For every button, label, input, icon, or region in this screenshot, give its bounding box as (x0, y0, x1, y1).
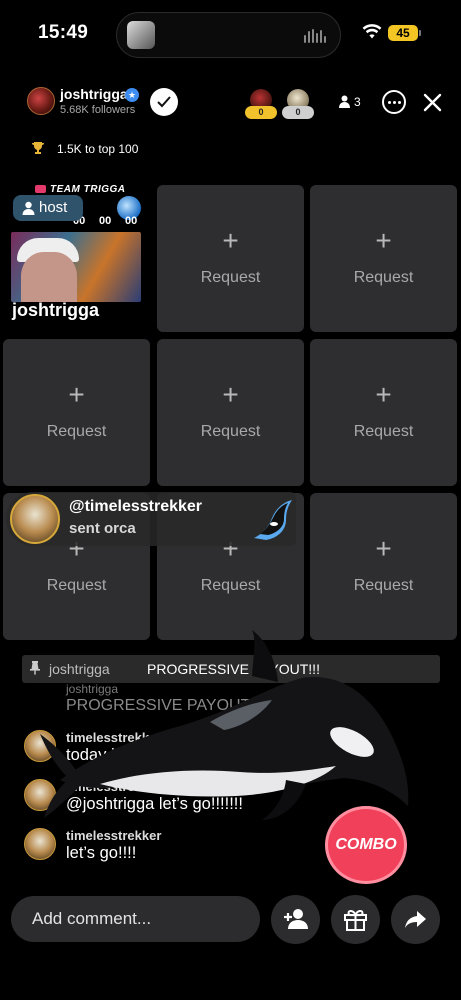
plus-icon: + (375, 225, 392, 256)
plus-icon: + (222, 379, 239, 410)
faded-comment-text: PROGRESSIVE PAYOUT!!! (66, 697, 264, 714)
comment-text: @joshtrigga let’s go!!!!!!! (66, 795, 243, 813)
faded-comment-user: joshtrigga (66, 682, 119, 696)
audio-wave-icon (304, 29, 326, 43)
plus-icon: + (375, 379, 392, 410)
commenter-avatar[interactable] (24, 730, 56, 762)
plus-icon: + (222, 225, 239, 256)
comment-text: today is good day, I feel it (66, 746, 252, 764)
request-label: Request (200, 577, 261, 594)
host-tile-name: joshtrigga (12, 300, 100, 320)
request-label: Request (353, 423, 414, 440)
commenter-name[interactable]: timelesstrekker (66, 828, 161, 843)
request-slot[interactable]: + Request (310, 493, 457, 640)
add-friend-button[interactable] (271, 895, 320, 944)
followers-count: 5.68K followers (60, 104, 136, 116)
comment-text: let’s go!!!! (66, 844, 137, 862)
commenter-name[interactable]: timelesstrekker (66, 779, 161, 794)
comment-input[interactable]: Add comment... (11, 896, 260, 942)
gift-sender: @timelesstrekker (69, 498, 203, 515)
team-banner-text: TEAM TRIGGA (50, 184, 126, 195)
pinned-user: joshtrigga (49, 661, 110, 677)
top-gifter-2[interactable]: 0 (282, 89, 314, 119)
combo-button[interactable]: COMBO (325, 806, 407, 884)
pin-icon (30, 661, 40, 675)
gift-icon (344, 909, 367, 931)
request-label: Request (353, 577, 414, 594)
wifi-icon (362, 24, 382, 39)
commenter-avatar[interactable] (24, 828, 56, 860)
pinned-text: PROGRESSIVE PAYOUT!!! (147, 661, 320, 677)
timer-digit: 00 (125, 215, 138, 227)
status-bar: 15:49 45 (0, 0, 461, 70)
plus-icon: + (68, 379, 85, 410)
close-icon[interactable] (423, 93, 442, 112)
trophy-icon (32, 142, 44, 154)
more-options-button[interactable] (382, 90, 406, 114)
request-slot[interactable]: + Request (310, 339, 457, 486)
following-check-button[interactable] (150, 88, 178, 116)
clock: 15:49 (38, 22, 89, 43)
host-avatar[interactable] (27, 87, 55, 115)
rank-progress-text[interactable]: 1.5K to top 100 (57, 142, 138, 156)
team-banner: TEAM TRIGGA (35, 184, 126, 195)
gifter-coin-count: 0 (282, 106, 314, 119)
request-slot[interactable]: + Request (157, 185, 304, 332)
gift-notification: @timelesstrekker sent orca (6, 492, 296, 546)
share-arrow-icon (405, 911, 426, 928)
comment-item[interactable]: timelesstrekker today is good day, I fee… (22, 728, 402, 772)
host-badge-label: host (39, 199, 68, 216)
request-label: Request (200, 423, 261, 440)
host-face (21, 252, 77, 302)
add-person-icon (284, 909, 308, 929)
plus-icon: + (375, 533, 392, 564)
host-badge: host (13, 195, 83, 221)
battery-indicator: 45 (388, 25, 418, 41)
request-slot[interactable]: + Request (157, 339, 304, 486)
dynamic-island[interactable] (116, 12, 341, 58)
commenter-avatar[interactable] (24, 779, 56, 811)
request-slot[interactable]: + Request (3, 339, 150, 486)
request-label: Request (200, 269, 261, 286)
request-slot[interactable]: + Request (310, 185, 457, 332)
orca-gift-icon (254, 500, 292, 540)
pinned-message[interactable]: joshtrigga PROGRESSIVE PAYOUT!!! (22, 655, 440, 683)
host-name[interactable]: joshtrigga (60, 86, 128, 102)
gift-button[interactable] (331, 895, 380, 944)
share-button[interactable] (391, 895, 440, 944)
verified-icon: ★ (125, 88, 139, 102)
battery-tip (419, 30, 421, 36)
gifter-coin-count: 0 (245, 106, 277, 119)
viewer-person-icon (339, 95, 350, 108)
gifter-avatar (10, 494, 60, 544)
viewer-count[interactable]: 3 (354, 95, 361, 109)
recording-icon (35, 185, 46, 194)
request-label: Request (46, 577, 107, 594)
commenter-name[interactable]: timelesstrekker (66, 730, 161, 745)
request-label: Request (46, 423, 107, 440)
person-icon (22, 201, 35, 215)
request-label: Request (353, 269, 414, 286)
timer-digit: 00 (99, 215, 112, 227)
host-video-tile[interactable]: TEAM TRIGGA 00 00 00 host joshtrigga (3, 184, 150, 331)
check-icon (157, 96, 171, 108)
host-video-feed (11, 232, 141, 302)
top-gifter-1[interactable]: 0 (245, 89, 277, 119)
now-playing-artwork (127, 21, 155, 49)
gift-text: sent orca (69, 520, 136, 537)
